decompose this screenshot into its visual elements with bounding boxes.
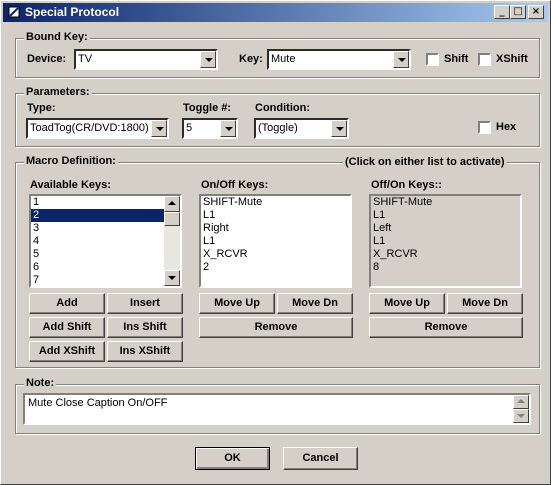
list-item[interactable]: X_RCVR xyxy=(371,248,520,261)
scroll-down-button[interactable] xyxy=(164,270,180,286)
onoff-move-down-button[interactable]: Move Dn xyxy=(277,293,353,314)
type-value: ToadTog(CR/DVD:1800) xyxy=(30,122,149,134)
available-keys-items: 1234567 xyxy=(31,196,164,286)
shift-checkbox[interactable] xyxy=(426,53,439,66)
insert-button[interactable]: Insert xyxy=(107,293,183,314)
maximize-button[interactable]: □ xyxy=(510,5,526,19)
wrench-icon xyxy=(7,5,21,19)
chevron-down-icon xyxy=(205,58,213,62)
title-bar[interactable]: Special Protocol _ □ × xyxy=(3,3,548,22)
key-value: Mute xyxy=(271,53,296,65)
macro-group-label: Macro Definition: xyxy=(24,155,118,167)
onoff-keys-items: SHIFT-Mute L1 Right L1 X_RCVR 2 xyxy=(201,196,350,274)
list-item[interactable]: L1 xyxy=(371,209,520,222)
onoff-keys-label: On/Off Keys: xyxy=(201,179,269,191)
scroll-thumb[interactable] xyxy=(164,212,180,226)
ok-button[interactable]: OK xyxy=(195,447,270,470)
condition-label: Condition: xyxy=(255,102,310,114)
list-item[interactable]: Left xyxy=(371,222,520,235)
ins-shift-button[interactable]: Ins Shift xyxy=(107,317,183,338)
chevron-up-icon xyxy=(517,399,525,403)
list-item[interactable]: L1 xyxy=(371,235,520,248)
list-item[interactable]: 6 xyxy=(31,261,164,274)
list-item[interactable]: L1 xyxy=(201,235,350,248)
onoff-keys-list[interactable]: SHIFT-Mute L1 Right L1 X_RCVR 2 xyxy=(199,194,352,288)
note-textarea[interactable]: Mute Close Caption On/OFF xyxy=(23,393,531,425)
add-shift-button[interactable]: Add Shift xyxy=(29,317,105,338)
available-keys-scrollbar[interactable] xyxy=(164,196,180,286)
onoff-remove-button[interactable]: Remove xyxy=(199,317,353,338)
list-item[interactable]: L1 xyxy=(201,209,350,222)
bound-key-group-label: Bound Key: xyxy=(24,31,90,43)
offon-remove-button[interactable]: Remove xyxy=(369,317,523,338)
offon-move-down-button[interactable]: Move Dn xyxy=(447,293,523,314)
list-item[interactable]: 5 xyxy=(31,248,164,261)
condition-combo[interactable]: (Toggle) xyxy=(254,118,349,139)
note-group-label: Note: xyxy=(24,377,57,389)
xshift-checkbox[interactable] xyxy=(478,53,491,66)
onoff-move-up-button[interactable]: Move Up xyxy=(199,293,275,314)
key-dropdown-button[interactable] xyxy=(393,51,409,68)
cancel-button[interactable]: Cancel xyxy=(283,447,358,470)
list-item[interactable]: 1 xyxy=(31,196,164,209)
list-item[interactable]: 2 xyxy=(201,261,350,274)
note-value: Mute Close Caption On/OFF xyxy=(28,397,168,409)
condition-dropdown-button[interactable] xyxy=(331,120,347,137)
device-dropdown-button[interactable] xyxy=(200,51,216,68)
list-item[interactable]: SHIFT-Mute xyxy=(201,196,350,209)
available-keys-list[interactable]: 1234567 xyxy=(29,194,182,288)
chevron-down-icon xyxy=(336,127,344,131)
list-item[interactable]: 7 xyxy=(31,274,164,286)
device-label: Device: xyxy=(27,53,67,65)
key-combo[interactable]: Mute xyxy=(267,49,411,70)
chevron-down-icon xyxy=(517,414,525,418)
chevron-down-icon xyxy=(398,58,406,62)
list-item[interactable]: 8 xyxy=(371,261,520,274)
toggle-combo[interactable]: 5 xyxy=(182,118,238,139)
toggle-label: Toggle #: xyxy=(183,102,232,114)
note-scroll-down-button[interactable] xyxy=(513,409,529,423)
note-scrollbar[interactable] xyxy=(513,395,529,423)
toggle-dropdown-button[interactable] xyxy=(220,120,236,137)
type-dropdown-button[interactable] xyxy=(151,120,167,137)
list-item[interactable]: SHIFT-Mute xyxy=(371,196,520,209)
available-keys-label: Available Keys: xyxy=(30,179,111,191)
note-scroll-up-button[interactable] xyxy=(513,395,529,409)
key-label: Key: xyxy=(239,53,263,65)
list-item[interactable]: Right xyxy=(201,222,350,235)
chevron-down-icon xyxy=(156,127,164,131)
shift-label: Shift xyxy=(444,53,469,65)
type-combo[interactable]: ToadTog(CR/DVD:1800) xyxy=(26,118,169,139)
offon-keys-list[interactable]: SHIFT-Mute L1 Left L1 X_RCVR 8 xyxy=(369,194,522,288)
device-combo[interactable]: TV xyxy=(74,49,218,70)
list-item[interactable]: 4 xyxy=(31,235,164,248)
list-item[interactable]: X_RCVR xyxy=(201,248,350,261)
parameters-group-label: Parameters: xyxy=(24,86,92,98)
scroll-up-button[interactable] xyxy=(164,196,180,212)
macro-hint: (Click on either list to activate) xyxy=(343,156,507,168)
add-button[interactable]: Add xyxy=(29,293,105,314)
offon-keys-items: SHIFT-Mute L1 Left L1 X_RCVR 8 xyxy=(371,196,520,274)
minimize-button[interactable]: _ xyxy=(494,5,510,19)
chevron-up-icon xyxy=(168,201,176,205)
close-button[interactable]: × xyxy=(528,5,544,19)
special-protocol-window: Special Protocol _ □ × Bound Key: Device… xyxy=(0,0,551,485)
offon-keys-label: Off/On Keys:: xyxy=(371,179,442,191)
ins-xshift-button[interactable]: Ins XShift xyxy=(107,341,183,362)
add-xshift-button[interactable]: Add XShift xyxy=(29,341,105,362)
condition-value: (Toggle) xyxy=(258,122,298,134)
chevron-down-icon xyxy=(168,276,176,280)
hex-label: Hex xyxy=(496,121,517,133)
offon-move-up-button[interactable]: Move Up xyxy=(369,293,445,314)
device-value: TV xyxy=(78,53,93,65)
xshift-label: XShift xyxy=(496,53,528,65)
window-title: Special Protocol xyxy=(25,5,120,19)
toggle-value: 5 xyxy=(186,122,193,134)
type-label: Type: xyxy=(27,102,56,114)
hex-checkbox[interactable] xyxy=(478,121,491,134)
chevron-down-icon xyxy=(225,127,233,131)
list-item[interactable]: 2 xyxy=(31,209,164,222)
list-item[interactable]: 3 xyxy=(31,222,164,235)
